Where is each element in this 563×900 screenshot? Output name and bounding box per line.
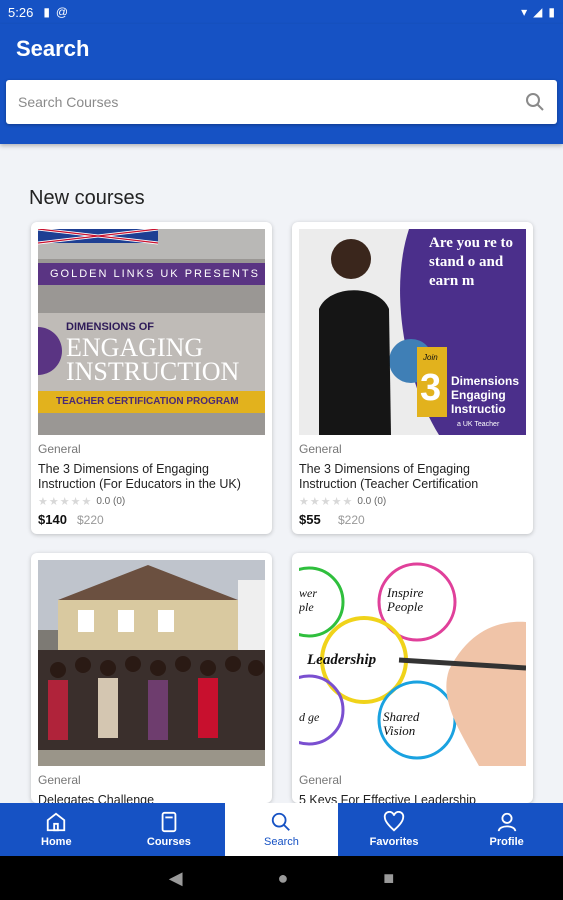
sd-card-icon: ▮ [43,5,50,19]
course-title: Delegates Challenge [38,793,155,803]
thumb-line3: INSTRUCTION [66,357,240,386]
heart-icon [383,811,405,832]
section-title: New courses [29,187,145,209]
course-card[interactable]: GOLDEN LINKS UK PRESENTS DIMENSIONS OF E… [31,222,272,534]
course-old-price: $220 [338,513,365,527]
thumb-banner-text: GOLDEN LINKS UK PRESENTS [50,268,260,280]
bottom-navigation: Home Courses Search Favorites Profile [0,803,563,856]
page-title: Search [16,36,90,61]
nav-home[interactable]: Home [0,803,113,856]
course-category: General [299,442,342,456]
nav-home-label: Home [41,836,72,848]
rating-text: 0.0 (0) [357,496,387,507]
course-category: General [38,442,81,456]
nav-courses-label: Courses [146,836,191,848]
star-rating-icon: ★★★★★ [38,496,93,508]
book-icon [161,811,177,833]
course-rating: ★★★★★ 0.0 (0) [38,495,125,508]
wifi-icon: ▾ [521,5,528,19]
home-button-icon[interactable]: ● [278,868,289,889]
battery-icon: ▮ [548,5,555,19]
course-thumbnail: GOLDEN LINKS UK PRESENTS DIMENSIONS OF E… [38,229,265,435]
signal-icon: ◢ [533,5,543,19]
search-box[interactable] [6,80,557,124]
search-input[interactable] [18,94,525,110]
course-old-price: $220 [77,513,104,527]
course-title: The 3 Dimensions of Engaging Instruction… [38,462,241,491]
thumb-word-inspire: Inspire People [387,585,424,614]
search-icon [272,812,291,831]
nav-profile[interactable]: Profile [450,803,563,856]
nav-favorites[interactable]: Favorites [338,803,451,856]
status-bar: 5:26 ▮ @ ▾ ◢ ▮ [0,0,563,24]
thumb-word-shared: Shared Vision [383,709,420,738]
search-icon[interactable] [525,92,545,112]
thumb-subtitle: Dimensions Engaging Instructio [451,374,520,416]
thumb-headline: Are you re to stand o and earn m [429,235,514,289]
course-price: $140 [38,512,67,527]
thumb-small: a UK Teacher [457,421,500,428]
person-icon [497,812,516,832]
nav-favorites-label: Favorites [369,836,419,848]
course-card[interactable]: Inspire People Leadership Shared Vision … [292,553,533,803]
course-thumbnail [38,560,265,766]
back-icon[interactable]: ◀ [169,868,183,889]
recents-icon[interactable]: ■ [383,868,394,889]
thumb-word-power: wer ple [299,586,317,614]
rating-text: 0.0 (0) [96,496,126,507]
course-price: $55 [299,512,321,527]
thumb-line1: DIMENSIONS OF [66,321,155,333]
thumb-word-leadership: Leadership [307,652,377,668]
at-sign-icon: @ [55,5,69,19]
thumb-footer: TEACHER CERTIFICATION PROGRAM [56,396,239,407]
course-card[interactable]: Are you re to stand o and earn m Join 3 … [292,222,533,534]
thumb-number: 3 [420,367,442,409]
thumb-word-edge: d ge [299,710,320,724]
course-title: The 3 Dimensions of Engaging Instruction… [299,462,479,491]
status-time: 5:26 [8,4,34,20]
home-icon [47,812,66,832]
star-rating-icon: ★★★★★ [299,496,354,508]
nav-courses[interactable]: Courses [113,803,226,856]
nav-search[interactable]: Search [225,803,338,856]
course-thumbnail: Inspire People Leadership Shared Vision … [299,560,526,766]
course-card[interactable]: General Delegates Challenge [31,553,272,803]
app-bar: Search [0,24,563,144]
system-nav-bar: ◀ ● ■ [0,856,563,900]
course-category: General [299,773,342,787]
course-rating: ★★★★★ 0.0 (0) [299,495,386,508]
course-title: 5 Keys For Effective Leadership [299,793,476,803]
thumb-join: Join [423,353,438,362]
course-thumbnail: Are you re to stand o and earn m Join 3 … [299,229,526,435]
nav-profile-label: Profile [489,836,524,848]
nav-search-label: Search [264,836,299,848]
course-category: General [38,773,81,787]
